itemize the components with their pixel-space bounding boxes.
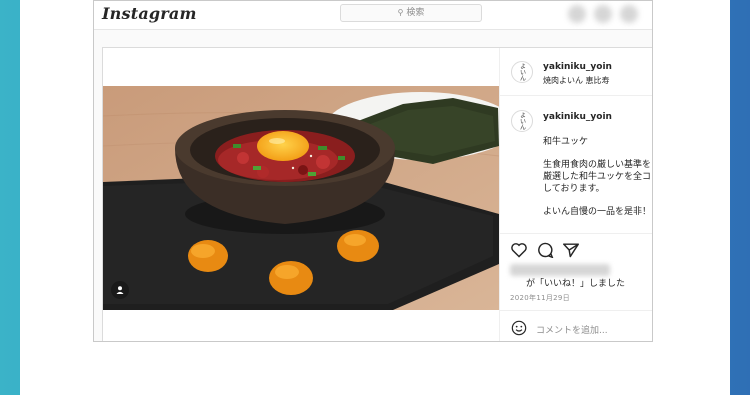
comment-input[interactable]: コメントを追加... [536,323,608,336]
search-icon: ⚲ [397,8,404,17]
comment-bar: コメントを追加... [500,310,652,341]
caption-avatar-text: よいん [518,112,526,130]
search-input[interactable]: ⚲ 検索 [340,4,482,22]
home-icon[interactable] [568,5,586,23]
search-placeholder: 検索 [406,8,425,18]
liked-by-names[interactable] [510,264,610,276]
avatar-text: よいん [518,63,526,81]
likes-text: が「いいね！」しました [526,279,626,289]
avatar[interactable]: よいん [511,61,533,83]
browser-window: Instagram ⚲ 検索 よいん yakiniku_yoin 焼肉よいん 恵… [93,0,653,342]
yukke-photo [103,86,499,310]
nav-icons [564,1,652,30]
caption-line: しております。 [543,184,605,194]
post-sidebar: よいん yakiniku_yoin 焼肉よいん 恵比寿 よいん yakiniku… [499,48,652,341]
comment-icon[interactable] [536,242,554,258]
direct-icon[interactable] [594,5,612,23]
share-icon[interactable] [562,242,580,258]
post-location[interactable]: 焼肉よいん 恵比寿 [543,75,610,86]
post-card: よいん yakiniku_yoin 焼肉よいん 恵比寿 よいん yakiniku… [102,47,652,341]
caption-line: 厳選した和牛ユッケを全コ [543,172,652,182]
explore-icon[interactable] [620,5,638,23]
heart-icon[interactable] [510,242,528,258]
instagram-logo[interactable]: Instagram [102,4,197,23]
caption-line: よいん自慢の一品を是非！ [543,207,652,217]
post-username[interactable]: yakiniku_yoin [543,62,612,72]
instagram-header: Instagram ⚲ 検索 [94,1,652,30]
caption-line: 生食用食肉の厳しい基準を [543,160,652,170]
caption-area: よいん yakiniku_yoin 和牛ユッケ 生食用食肉の厳しい基準を 厳選し… [500,96,652,234]
caption-text: 和牛ユッケ 生食用食肉の厳しい基準を 厳選した和牛ユッケを全コ しております。 … [543,136,651,229]
caption-username[interactable]: yakiniku_yoin [543,112,612,122]
post-date: 2020年11月29日 [510,294,570,302]
person-glyph [116,286,124,294]
caption-line: 和牛ユッケ [543,137,589,147]
emoji-icon[interactable] [511,320,527,336]
post-header: よいん yakiniku_yoin 焼肉よいん 恵比寿 [500,48,652,96]
caption-avatar[interactable]: よいん [511,110,533,132]
user-tag-icon[interactable] [111,281,129,299]
post-photo[interactable] [103,86,499,310]
